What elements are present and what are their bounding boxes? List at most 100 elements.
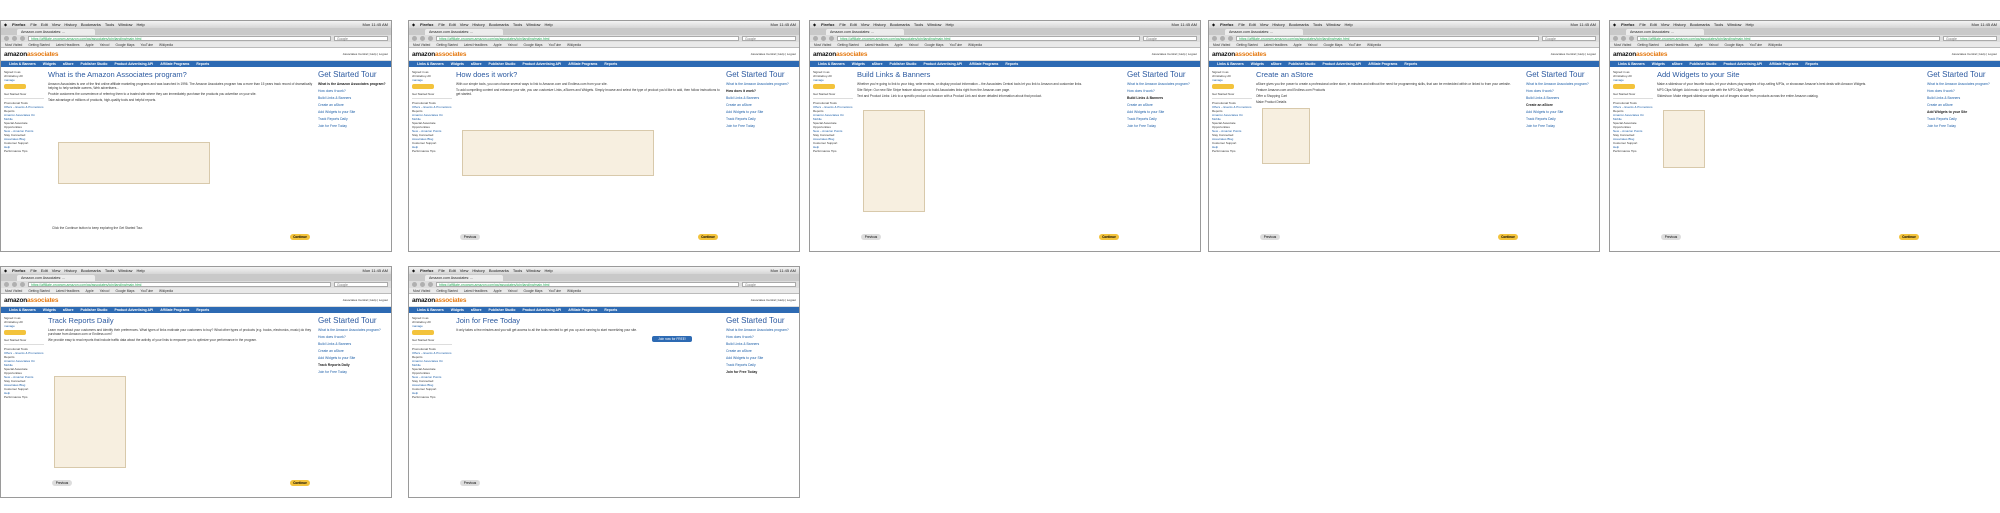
- menu-file[interactable]: File: [30, 22, 36, 27]
- bookmark-item[interactable]: Wikipedia: [1367, 43, 1381, 47]
- nav-tab[interactable]: aStore: [1672, 62, 1683, 66]
- gst-step-6[interactable]: Track Reports Daily: [318, 117, 388, 121]
- menu-help[interactable]: Help: [945, 22, 953, 27]
- menu-history[interactable]: History: [64, 22, 76, 27]
- gst-step-2[interactable]: How does it work?: [726, 89, 796, 93]
- address-bar[interactable]: https://affiliate-program.amazon.com/gp/…: [436, 282, 739, 287]
- bookmark-item[interactable]: Getting Started: [436, 43, 457, 47]
- bookmark-item[interactable]: Apple: [895, 43, 903, 47]
- nav-tab[interactable]: aStore: [63, 62, 74, 66]
- nav-tab[interactable]: Affiliate Programs: [1368, 62, 1397, 66]
- nav-tab[interactable]: Links & Banners: [417, 308, 444, 312]
- nav-tab[interactable]: aStore: [872, 62, 883, 66]
- nav-tab[interactable]: Links & Banners: [1217, 62, 1244, 66]
- nav-tab[interactable]: aStore: [1271, 62, 1282, 66]
- nav-tab[interactable]: Publisher Studio: [1288, 62, 1315, 66]
- get-started-button[interactable]: [412, 330, 434, 335]
- search-input[interactable]: Google: [334, 282, 388, 287]
- bookmark-item[interactable]: Yahoo!: [1709, 43, 1719, 47]
- nav-tab[interactable]: Publisher Studio: [488, 308, 515, 312]
- menu-tools[interactable]: Tools: [105, 22, 114, 27]
- gst-step-7[interactable]: Join for Free Today: [1526, 124, 1596, 128]
- bookmark-item[interactable]: Yahoo!: [100, 289, 110, 293]
- forward-icon[interactable]: [1220, 36, 1225, 41]
- previous-button[interactable]: Previous: [1260, 234, 1280, 240]
- menu-tools[interactable]: Tools: [105, 268, 114, 273]
- browser-tab[interactable]: Amazon.com Associates: ...: [1225, 29, 1303, 35]
- sidebar-link[interactable]: Amazon Associates On Mobile: [1613, 113, 1653, 121]
- back-icon[interactable]: [4, 36, 9, 41]
- bookmark-item[interactable]: Apple: [86, 43, 94, 47]
- nav-tab[interactable]: Product Advertising API: [1723, 62, 1762, 66]
- amazon-associates-logo[interactable]: amazonassociates: [412, 51, 466, 58]
- search-input[interactable]: Google: [1943, 36, 1997, 41]
- gst-step-6[interactable]: Track Reports Daily: [726, 363, 796, 367]
- address-bar[interactable]: https://affiliate-program.amazon.com/gp/…: [28, 36, 331, 41]
- nav-tab[interactable]: Publisher Studio: [80, 308, 107, 312]
- gst-step-4[interactable]: Create an aStore: [318, 349, 388, 353]
- sidebar-link[interactable]: Amazon Associates On Mobile: [4, 359, 44, 367]
- bookmark-item[interactable]: Yahoo!: [100, 43, 110, 47]
- bookmark-item[interactable]: Getting Started: [28, 43, 49, 47]
- nav-tab[interactable]: Affiliate Programs: [969, 62, 998, 66]
- menu-tools[interactable]: Tools: [914, 22, 923, 27]
- nav-tab[interactable]: Product Advertising API: [114, 308, 153, 312]
- reload-icon[interactable]: [428, 36, 433, 41]
- menu-edit[interactable]: Edit: [850, 22, 857, 27]
- bookmark-item[interactable]: Yahoo!: [508, 289, 518, 293]
- menu-help[interactable]: Help: [544, 268, 552, 273]
- bookmark-item[interactable]: YouTube: [1349, 43, 1362, 47]
- nav-tab[interactable]: Links & Banners: [9, 62, 36, 66]
- bookmark-item[interactable]: Most Visited: [5, 289, 22, 293]
- amazon-associates-logo[interactable]: amazonassociates: [1613, 51, 1667, 58]
- bookmark-item[interactable]: Google Maps: [116, 289, 135, 293]
- bookmark-item[interactable]: YouTube: [549, 289, 562, 293]
- bookmark-item[interactable]: Apple: [86, 289, 94, 293]
- menu-window[interactable]: Window: [526, 268, 540, 273]
- menu-help[interactable]: Help: [136, 22, 144, 27]
- menu-window[interactable]: Window: [1326, 22, 1340, 27]
- menu-file[interactable]: File: [1238, 22, 1244, 27]
- nav-tab[interactable]: Affiliate Programs: [160, 308, 189, 312]
- continue-button[interactable]: Continue: [290, 234, 310, 240]
- gst-step-4[interactable]: Create an aStore: [318, 103, 388, 107]
- menu-help[interactable]: Help: [1745, 22, 1753, 27]
- gst-step-1[interactable]: What is the Amazon Associates program?: [726, 82, 796, 86]
- gst-step-6[interactable]: Track Reports Daily: [1127, 117, 1197, 121]
- bookmark-item[interactable]: Getting Started: [1236, 43, 1257, 47]
- bookmark-item[interactable]: Latest Headlines: [1264, 43, 1288, 47]
- gst-step-3[interactable]: Build Links & Banners: [1127, 96, 1197, 100]
- reload-icon[interactable]: [1228, 36, 1233, 41]
- browser-tab[interactable]: Amazon.com Associates: ...: [1626, 29, 1704, 35]
- apple-icon[interactable]: ◆: [4, 22, 7, 27]
- menu-tools[interactable]: Tools: [513, 268, 522, 273]
- previous-button[interactable]: Previous: [861, 234, 881, 240]
- app-name[interactable]: Firefox: [420, 22, 433, 27]
- gst-step-3[interactable]: Build Links & Banners: [1927, 96, 1997, 100]
- bookmark-item[interactable]: Wikipedia: [567, 289, 581, 293]
- menu-view[interactable]: View: [52, 22, 61, 27]
- nav-tab[interactable]: Widgets: [1652, 62, 1665, 66]
- bookmark-item[interactable]: Apple: [1294, 43, 1302, 47]
- amazon-associates-logo[interactable]: amazonassociates: [4, 51, 58, 58]
- menu-window[interactable]: Window: [118, 22, 132, 27]
- apple-icon[interactable]: ◆: [1212, 22, 1215, 27]
- gst-step-2[interactable]: How does it work?: [1127, 89, 1197, 93]
- nav-tab[interactable]: Reports: [604, 308, 617, 312]
- bookmark-item[interactable]: YouTube: [1750, 43, 1763, 47]
- browser-tab[interactable]: Amazon.com Associates: ...: [826, 29, 904, 35]
- reload-icon[interactable]: [20, 36, 25, 41]
- bookmark-item[interactable]: Latest Headlines: [865, 43, 889, 47]
- gst-step-5[interactable]: Add Widgets to your Site: [1127, 110, 1197, 114]
- gst-step-1[interactable]: What is the Amazon Associates program?: [1127, 82, 1197, 86]
- browser-tab[interactable]: Amazon.com Associates: ...: [425, 275, 503, 281]
- forward-icon[interactable]: [420, 36, 425, 41]
- reload-icon[interactable]: [20, 282, 25, 287]
- bookmark-item[interactable]: Yahoo!: [909, 43, 919, 47]
- menu-history[interactable]: History: [472, 22, 484, 27]
- gst-step-6[interactable]: Track Reports Daily: [726, 117, 796, 121]
- back-icon[interactable]: [813, 36, 818, 41]
- nav-tab[interactable]: Links & Banners: [9, 308, 36, 312]
- forward-icon[interactable]: [1621, 36, 1626, 41]
- menu-items[interactable]: File Edit View History Bookmarks Tools Window H…: [30, 22, 148, 27]
